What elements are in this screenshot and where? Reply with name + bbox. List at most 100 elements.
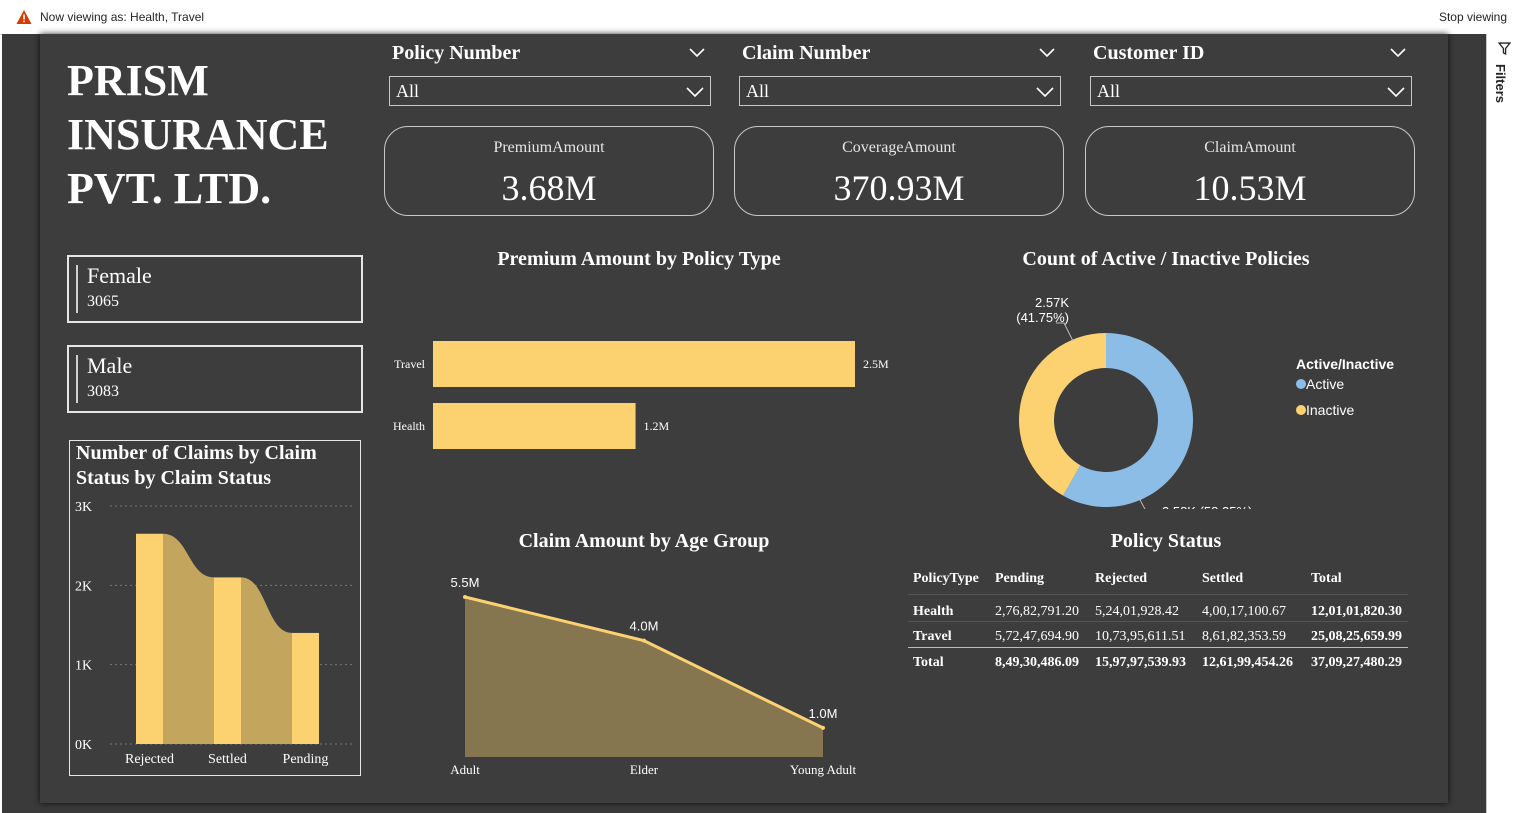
table-cell: 15,97,97,539.93 (1095, 655, 1186, 670)
x-tick-label: Young Adult (790, 762, 857, 777)
slicer-title: Claim Number (742, 42, 871, 64)
kpi-premium-amount: PremiumAmount 3.68M (384, 126, 714, 216)
kpi-value: 10.53M (1193, 168, 1307, 208)
kpi-value: 3.68M (501, 168, 597, 208)
table-header-cell: PolicyType (913, 571, 979, 586)
table-cell: 5,72,47,694.90 (995, 629, 1079, 644)
chart-title-line2: Status by Claim Status (76, 467, 272, 489)
table-cell: 5,24,01,928.42 (1095, 604, 1179, 619)
area-data-label: 4.0M (630, 619, 659, 634)
gender-label: Female (87, 263, 152, 288)
slicer-policy-number[interactable]: Policy Number All (389, 40, 711, 110)
dropdown-value: All (746, 81, 770, 101)
stop-viewing-button[interactable]: Stop viewing (1439, 10, 1507, 24)
company-title: PRISM INSURANCE PVT. LTD. (67, 54, 329, 216)
table-cell: 10,73,95,611.51 (1095, 629, 1186, 644)
claim-number-dropdown[interactable]: All (739, 76, 1061, 106)
legend-item-active[interactable]: Active (1296, 376, 1394, 392)
bar-health (433, 403, 636, 449)
bar-data-label: 2.5M (863, 357, 889, 371)
x-tick-label: Settled (208, 752, 247, 767)
kpi-label: ClaimAmount (1204, 139, 1296, 156)
area-data-label: 1.0M (809, 706, 838, 721)
table-divider (908, 594, 1408, 595)
donut-data-label: 2.57K (1035, 295, 1069, 310)
kpi-value: 370.93M (833, 168, 965, 208)
x-tick-label: Adult (450, 762, 480, 777)
table-cell: 8,61,82,353.59 (1202, 629, 1286, 644)
table-cell: Health (913, 604, 954, 619)
leader-line (1056, 322, 1074, 342)
chevron-down-icon[interactable] (689, 48, 705, 58)
ribbon-band (241, 577, 292, 744)
legend-title: Active/Inactive (1296, 356, 1395, 372)
y-tick-label: 0K (75, 738, 92, 753)
bar-settled (214, 577, 241, 744)
legend-item-inactive[interactable]: Inactive (1296, 402, 1394, 418)
table-header-cell: Total (1311, 571, 1342, 586)
viewing-as-message: Now viewing as: Health, Travel (40, 10, 205, 24)
gender-card-female: Female 3065 (67, 255, 363, 323)
table-cell: Total (913, 655, 944, 670)
y-tick-label: 1K (75, 659, 92, 674)
table-cell: 8,49,30,486.09 (995, 655, 1079, 670)
card-accent-bar (76, 265, 78, 313)
dropdown-value: All (1097, 81, 1121, 101)
company-title-line2: INSURANCE (67, 110, 329, 159)
bar-data-label: 1.2M (644, 419, 670, 433)
age-group-chart-title: Claim Amount by Age Group (518, 530, 770, 552)
table-cell: 37,09,27,480.29 (1311, 655, 1402, 670)
table-cell: 4,00,17,100.67 (1202, 604, 1286, 619)
policy-number-dropdown[interactable]: All (389, 76, 711, 106)
premium-chart-title: Premium Amount by Policy Type (497, 248, 781, 270)
chevron-down-icon (1036, 87, 1054, 97)
claim-amount-by-age-group-chart: 5.5M Adult 4.0M Elder 1.0M Young Adult (450, 575, 857, 777)
card-accent-bar (76, 355, 78, 403)
chevron-down-icon[interactable] (1039, 48, 1055, 58)
table-header-cell: Pending (995, 571, 1045, 586)
legend-dot (1296, 405, 1306, 415)
x-tick-label: Rejected (125, 752, 174, 767)
slicer-title: Customer ID (1093, 42, 1205, 64)
donut-data-label: 3.58K (58.25%) (1162, 504, 1252, 509)
area-point (821, 725, 825, 730)
company-title-line3: PVT. LTD. (67, 164, 272, 213)
area-point (642, 638, 646, 643)
gender-count: 3083 (87, 383, 119, 400)
dropdown-value: All (396, 81, 420, 101)
report-canvas: PRISM INSURANCE PVT. LTD. Policy Number … (40, 34, 1448, 803)
kpi-coverage-amount: CoverageAmount 370.93M (734, 126, 1064, 216)
table-cell: Travel (913, 629, 952, 644)
legend-dot (1296, 379, 1306, 389)
ribbon-band (163, 533, 214, 744)
kpi-label: CoverageAmount (842, 139, 956, 156)
donut-chart-title: Count of Active / Inactive Policies (1022, 248, 1310, 270)
slicer-title: Policy Number (392, 42, 521, 64)
bar-rejected (136, 533, 163, 744)
policy-status-title: Policy Status (1110, 530, 1222, 552)
donut-data-label: (41.75%) (1016, 310, 1069, 325)
gender-label: Male (87, 353, 133, 378)
y-tick-label: 3K (75, 500, 92, 515)
legend-label: Inactive (1306, 402, 1355, 418)
chevron-down-icon[interactable] (1390, 48, 1406, 58)
customer-id-dropdown[interactable]: All (1090, 76, 1412, 106)
chart-title-line1: Number of Claims by Claim (76, 442, 317, 464)
gender-card-male: Male 3083 (67, 345, 363, 413)
table-cell: 2,76,82,791.20 (995, 604, 1079, 619)
filters-pane[interactable]: Filters (1486, 34, 1521, 813)
area-point (463, 595, 467, 599)
table-cell: 12,61,99,454.26 (1202, 655, 1293, 670)
chevron-down-icon (1387, 87, 1405, 97)
table-divider (908, 647, 1408, 648)
slicer-claim-number[interactable]: Claim Number All (739, 40, 1061, 110)
bar-category-label: Travel (394, 357, 426, 371)
kpi-claim-amount: ClaimAmount 10.53M (1085, 126, 1415, 216)
gender-count: 3065 (87, 293, 119, 310)
filters-pane-label[interactable]: Filters (1493, 64, 1508, 103)
chart-title: Number of Claims by Claim Status by Clai… (76, 441, 317, 491)
kpi-label: PremiumAmount (493, 139, 605, 156)
slicer-customer-id[interactable]: Customer ID All (1090, 40, 1412, 110)
x-tick-label: Pending (283, 752, 329, 767)
claims-plot: 0K 1K 2K 3K Rejected Settled Pending (75, 500, 355, 767)
